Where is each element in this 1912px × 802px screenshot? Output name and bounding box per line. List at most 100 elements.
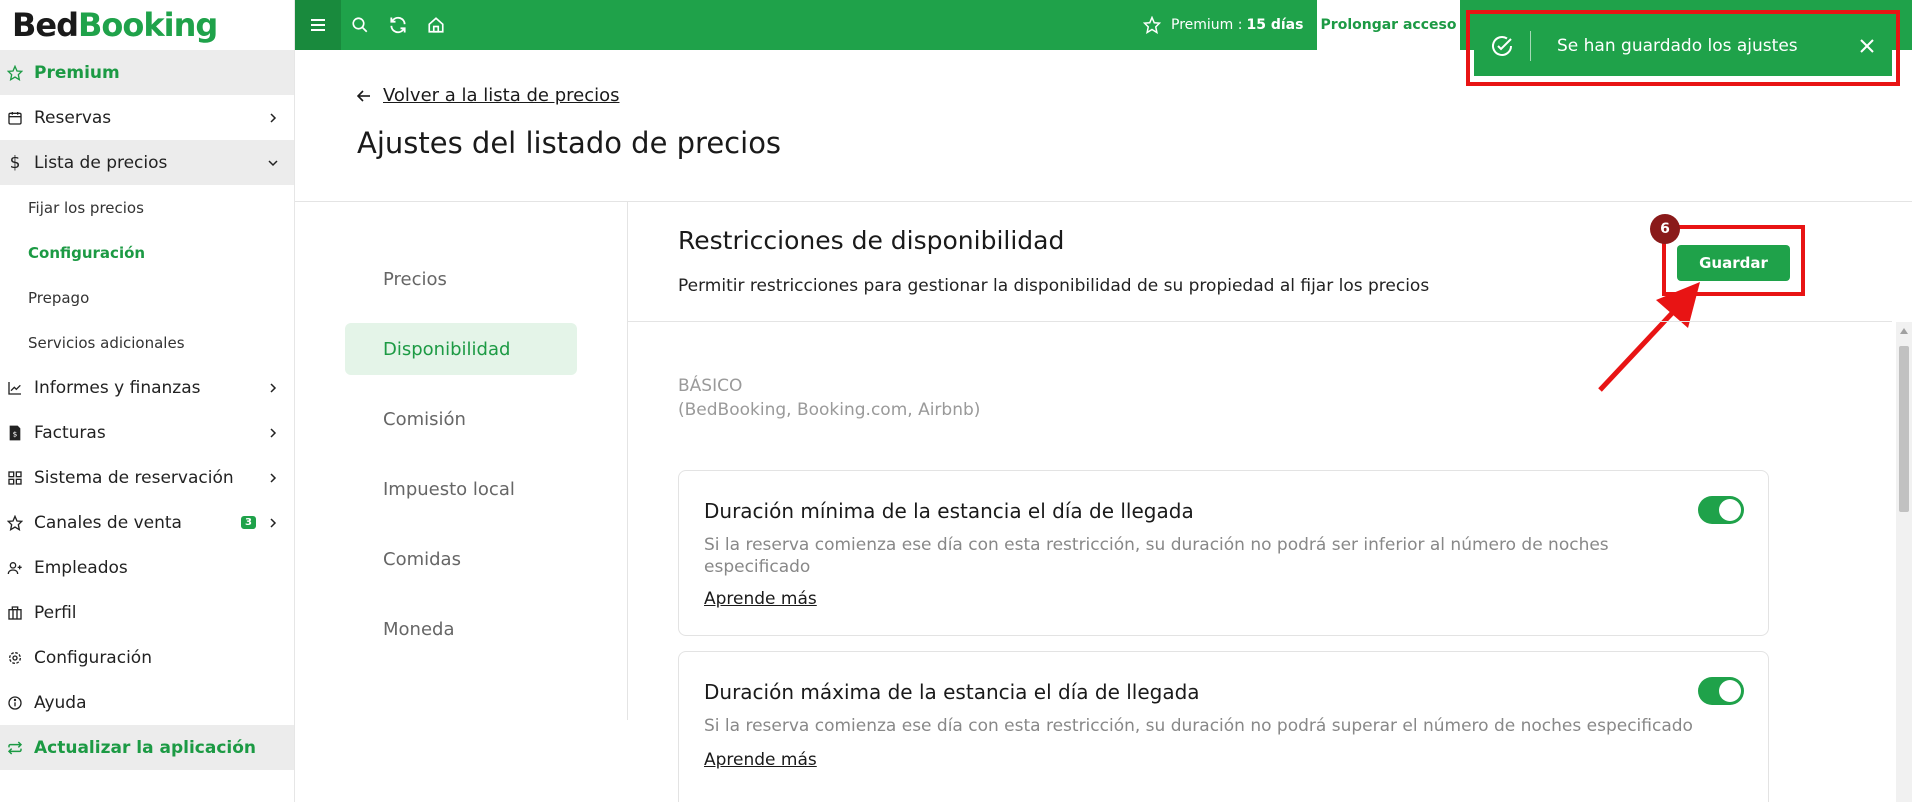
card-description: Si la reserva comienza ese día con esta …: [704, 535, 1609, 577]
sidebar-item-premium[interactable]: Premium: [0, 50, 294, 95]
tab-impuesto-local[interactable]: Impuesto local: [345, 463, 577, 515]
invoice-icon: $: [6, 424, 24, 442]
sidebar-item-label: Perfil: [34, 602, 77, 623]
back-to-price-list-link[interactable]: Volver a la lista de precios: [357, 85, 620, 106]
chevron-down-icon: [266, 156, 280, 170]
arrow-left-icon: [357, 89, 371, 103]
toast-divider: [1530, 31, 1531, 61]
logo-part-booking: Booking: [78, 6, 218, 44]
sidebar-item-label: Premium: [34, 62, 120, 83]
success-toast: Se han guardado los ajustes: [1474, 16, 1892, 76]
header-divider: [295, 201, 1912, 202]
learn-more-link[interactable]: Aprende más: [704, 750, 817, 770]
card-title: Duración máxima de la estancia el día de…: [704, 680, 1200, 704]
refresh-icon[interactable]: [379, 0, 417, 50]
sidebar-item-label: Lista de precios: [34, 152, 168, 173]
svg-text:$: $: [13, 429, 18, 438]
max-stay-toggle[interactable]: [1698, 677, 1744, 705]
learn-more-link[interactable]: Aprende más: [704, 589, 817, 609]
count-badge: 3: [241, 516, 256, 529]
section-title: Restricciones de disponibilidad: [678, 226, 1065, 255]
info-icon: [6, 694, 24, 712]
card-description: Si la reserva comienza ese día con esta …: [704, 716, 1693, 736]
sidebar-item-label: Actualizar la aplicación: [34, 737, 257, 758]
subnav-divider: [627, 202, 628, 720]
close-icon[interactable]: [1842, 16, 1892, 76]
star-icon: [6, 64, 24, 82]
settings-subnav: Precios Disponibilidad Comisión Impuesto…: [345, 253, 577, 673]
prolongar-acceso-button[interactable]: Prolongar acceso: [1317, 0, 1460, 50]
premium-label: Premium :: [1171, 17, 1243, 33]
restriction-card-max-stay: Duración máxima de la estancia el día de…: [678, 651, 1769, 802]
sidebar-sub-servicios-adicionales[interactable]: Servicios adicionales: [0, 320, 294, 365]
premium-status[interactable]: Premium : 15 días: [1143, 0, 1303, 50]
sidebar-sub-prepago[interactable]: Prepago: [0, 275, 294, 320]
sidebar-item-label: Facturas: [34, 422, 106, 443]
building-icon: [6, 604, 24, 622]
premium-days: 15 días: [1246, 17, 1304, 33]
logo[interactable]: Bed Booking: [0, 0, 294, 50]
chevron-right-icon: [266, 381, 280, 395]
chevron-right-icon: [266, 471, 280, 485]
sidebar-item-perfil[interactable]: Perfil: [0, 590, 294, 635]
sidebar-nav: Premium Reservas $ Lista de precios Fija…: [0, 50, 294, 770]
chevron-right-icon: [266, 111, 280, 125]
sidebar-item-informes[interactable]: Informes y finanzas: [0, 365, 294, 410]
sidebar-item-lista-de-precios[interactable]: $ Lista de precios: [0, 140, 294, 185]
section-divider: [628, 321, 1892, 322]
menu-icon[interactable]: [295, 0, 341, 50]
annotation-arrow: [1598, 282, 1700, 392]
sidebar-sub-configuracion[interactable]: Configuración: [0, 230, 294, 275]
sidebar-item-label: Canales de venta: [34, 512, 182, 533]
sidebar-item-facturas[interactable]: $ Facturas: [0, 410, 294, 455]
chart-icon: [6, 379, 24, 397]
search-icon[interactable]: [341, 0, 379, 50]
sidebar-item-empleados[interactable]: Empleados: [0, 545, 294, 590]
scrollbar-thumb[interactable]: [1899, 346, 1909, 512]
chevron-right-icon: [266, 516, 280, 530]
toggle-knob: [1719, 680, 1741, 702]
group-label: BÁSICO (BedBooking, Booking.com, Airbnb): [678, 374, 980, 422]
sidebar-item-ayuda[interactable]: Ayuda: [0, 680, 294, 725]
min-stay-toggle[interactable]: [1698, 496, 1744, 524]
tab-precios[interactable]: Precios: [345, 253, 577, 305]
step-number-badge: 6: [1650, 214, 1680, 244]
sidebar-item-label: Reservas: [34, 107, 112, 128]
chevron-right-icon: [266, 426, 280, 440]
group-title: BÁSICO: [678, 376, 743, 396]
tab-comision[interactable]: Comisión: [345, 393, 577, 445]
sidebar: Bed Booking Premium Reservas $ Lista de p…: [0, 0, 295, 802]
user-add-icon: [6, 559, 24, 577]
sidebar-item-label: Configuración: [34, 647, 152, 668]
sidebar-item-label: Sistema de reservación: [34, 467, 234, 488]
sidebar-item-label: Ayuda: [34, 692, 87, 713]
refresh-icon: [6, 739, 24, 757]
group-channels: (BedBooking, Booking.com, Airbnb): [678, 400, 981, 420]
calendar-icon: [6, 109, 24, 127]
restriction-card-min-stay: Duración mínima de la estancia el día de…: [678, 470, 1769, 636]
star-icon: [6, 514, 24, 532]
sidebar-item-canales[interactable]: Canales de venta 3: [0, 500, 294, 545]
tab-disponibilidad[interactable]: Disponibilidad: [345, 323, 577, 375]
toast-message: Se han guardado los ajustes: [1557, 36, 1798, 56]
toggle-knob: [1719, 499, 1741, 521]
sidebar-item-actualizar[interactable]: Actualizar la aplicación: [0, 725, 294, 770]
tab-moneda[interactable]: Moneda: [345, 603, 577, 655]
grid-icon: [6, 469, 24, 487]
card-title: Duración mínima de la estancia el día de…: [704, 499, 1194, 523]
app-root: Bed Booking Premium Reservas $ Lista de p…: [0, 0, 1912, 802]
sidebar-item-sistema[interactable]: Sistema de reservación: [0, 455, 294, 500]
scroll-up-arrow-icon[interactable]: [1900, 328, 1908, 334]
tab-comidas[interactable]: Comidas: [345, 533, 577, 585]
page-scrollbar[interactable]: [1896, 322, 1912, 802]
home-icon[interactable]: [417, 0, 455, 50]
dollar-icon: $: [9, 152, 21, 173]
sidebar-item-reservas[interactable]: Reservas: [0, 95, 294, 140]
page-title: Ajustes del listado de precios: [357, 126, 782, 160]
sidebar-item-configuracion[interactable]: Configuración: [0, 635, 294, 680]
sidebar-item-label: Informes y finanzas: [34, 377, 201, 398]
logo-part-bed: Bed: [12, 6, 79, 44]
section-description: Permitir restricciones para gestionar la…: [678, 276, 1430, 296]
gear-icon: [6, 649, 24, 667]
sidebar-sub-fijar-precios[interactable]: Fijar los precios: [0, 185, 294, 230]
